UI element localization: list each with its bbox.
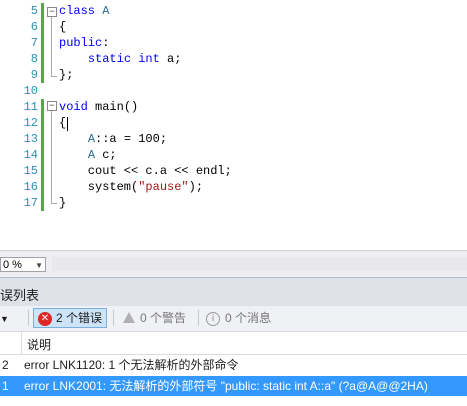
error-description: error LNK2001: 无法解析的外部符号 "public: static… bbox=[24, 379, 428, 393]
error-list-toolbar: ▼ ✕ 2 个错误 0 个警告 i 0 个消息 bbox=[0, 306, 467, 332]
code-token: cout << c.a << endl; bbox=[59, 164, 232, 178]
code-text: class A bbox=[59, 3, 109, 19]
line-number: 14 bbox=[23, 148, 38, 162]
code-line: 17} bbox=[0, 195, 467, 211]
code-token: a; bbox=[159, 52, 182, 66]
code-token: system( bbox=[59, 180, 139, 194]
zoom-dropdown[interactable]: 0 % ▼ bbox=[0, 257, 46, 272]
errors-filter-label: 2 个错误 bbox=[56, 311, 103, 325]
line-number: 5 bbox=[30, 4, 38, 18]
code-text: } bbox=[59, 195, 66, 211]
code-text: cout << c.a << endl; bbox=[59, 163, 232, 179]
error-row[interactable]: 1 error LNK2001: 无法解析的外部符号 "public: stat… bbox=[0, 376, 467, 396]
messages-filter-button[interactable]: i 0 个消息 bbox=[206, 308, 271, 328]
code-line: 6{ bbox=[0, 19, 467, 35]
separator bbox=[198, 310, 199, 326]
description-column-header[interactable]: 说明 bbox=[27, 336, 51, 353]
warning-icon bbox=[123, 312, 135, 324]
line-number: 10 bbox=[23, 84, 38, 98]
error-number: 1 bbox=[2, 379, 9, 393]
code-editor[interactable]: − − 5 class A 6{ 7 public: 8 static int a;… bbox=[0, 0, 467, 250]
code-token: { bbox=[59, 116, 67, 130]
error-row[interactable]: 2 error LNK1120: 1 个无法解析的外部命令 bbox=[0, 355, 467, 375]
code-line: 7 public: bbox=[0, 35, 467, 51]
error-number: 2 bbox=[2, 358, 9, 372]
code-text: void main() bbox=[59, 99, 138, 115]
code-line: 15 cout << c.a << endl; bbox=[0, 163, 467, 179]
code-text: public: bbox=[59, 35, 109, 51]
chevron-down-icon: ▼ bbox=[0, 314, 9, 324]
line-number: 6 bbox=[30, 20, 38, 34]
code-token: public bbox=[59, 36, 103, 50]
code-token: A bbox=[102, 4, 110, 18]
text-cursor bbox=[67, 117, 68, 131]
code-line: 11 void main() bbox=[0, 99, 467, 115]
code-token: : bbox=[102, 36, 110, 50]
line-number: 12 bbox=[23, 116, 38, 130]
separator bbox=[113, 310, 114, 326]
errors-filter-button[interactable]: ✕ 2 个错误 bbox=[33, 308, 108, 328]
editor-status-strip: 0 % ▼ bbox=[0, 250, 467, 277]
code-token: ); bbox=[188, 180, 204, 194]
code-line: 12 { bbox=[0, 115, 467, 131]
line-number: 13 bbox=[23, 132, 38, 146]
code-line: 10 bbox=[0, 83, 467, 99]
horizontal-scrollbar[interactable] bbox=[52, 257, 467, 271]
code-token: static bbox=[87, 52, 132, 66]
error-icon: ✕ bbox=[38, 311, 52, 326]
code-token: "pause" bbox=[138, 180, 189, 194]
code-text: static int a; bbox=[59, 51, 182, 67]
line-number: 17 bbox=[23, 196, 38, 210]
code-text: { bbox=[59, 19, 66, 35]
separator bbox=[28, 310, 29, 326]
code-text: system("pause"); bbox=[59, 179, 203, 195]
code-line: 8 static int a; bbox=[0, 51, 467, 67]
warnings-filter-button[interactable]: 0 个警告 bbox=[123, 308, 186, 328]
code-text: { bbox=[59, 115, 66, 131]
line-number: 16 bbox=[23, 180, 38, 194]
code-token: } bbox=[59, 196, 67, 210]
code-token: class bbox=[59, 4, 96, 18]
code-token: int bbox=[138, 52, 160, 66]
column-divider[interactable] bbox=[21, 332, 22, 354]
code-line: 5 class A bbox=[0, 3, 467, 19]
code-line: 14 A c; bbox=[0, 147, 467, 163]
code-text: A c; bbox=[59, 147, 117, 163]
chevron-down-icon: ▼ bbox=[35, 261, 43, 270]
code-token: A bbox=[87, 148, 96, 162]
line-number: 7 bbox=[30, 36, 38, 50]
code-line: 16 system("pause"); bbox=[0, 179, 467, 195]
code-token: main() bbox=[87, 100, 139, 114]
code-token: A bbox=[87, 132, 96, 146]
line-number: 8 bbox=[30, 52, 38, 66]
code-token: }; bbox=[59, 68, 74, 82]
messages-filter-label: 0 个消息 bbox=[225, 311, 272, 325]
column-header-row: 说明 bbox=[0, 332, 467, 355]
code-line: 9}; bbox=[0, 67, 467, 83]
filter-dropdown-button[interactable]: ▼ bbox=[0, 308, 12, 328]
line-number: 15 bbox=[23, 164, 38, 178]
code-token: void bbox=[59, 100, 88, 114]
code-line: 13 A::a = 100; bbox=[0, 131, 467, 147]
line-number: 11 bbox=[23, 100, 38, 114]
code-token: ::a = 100; bbox=[95, 132, 168, 146]
zoom-value: 0 % bbox=[3, 259, 22, 271]
error-description: error LNK1120: 1 个无法解析的外部命令 bbox=[24, 358, 239, 372]
error-list-header: 误列表 bbox=[0, 277, 467, 307]
warnings-filter-label: 0 个警告 bbox=[140, 311, 187, 325]
code-token: { bbox=[59, 20, 67, 34]
line-number: 9 bbox=[30, 68, 38, 82]
code-token: c; bbox=[95, 148, 117, 162]
panel-title: 误列表 bbox=[0, 288, 40, 303]
code-text: A::a = 100; bbox=[59, 131, 167, 147]
info-icon: i bbox=[206, 311, 220, 326]
code-text: }; bbox=[59, 67, 73, 83]
